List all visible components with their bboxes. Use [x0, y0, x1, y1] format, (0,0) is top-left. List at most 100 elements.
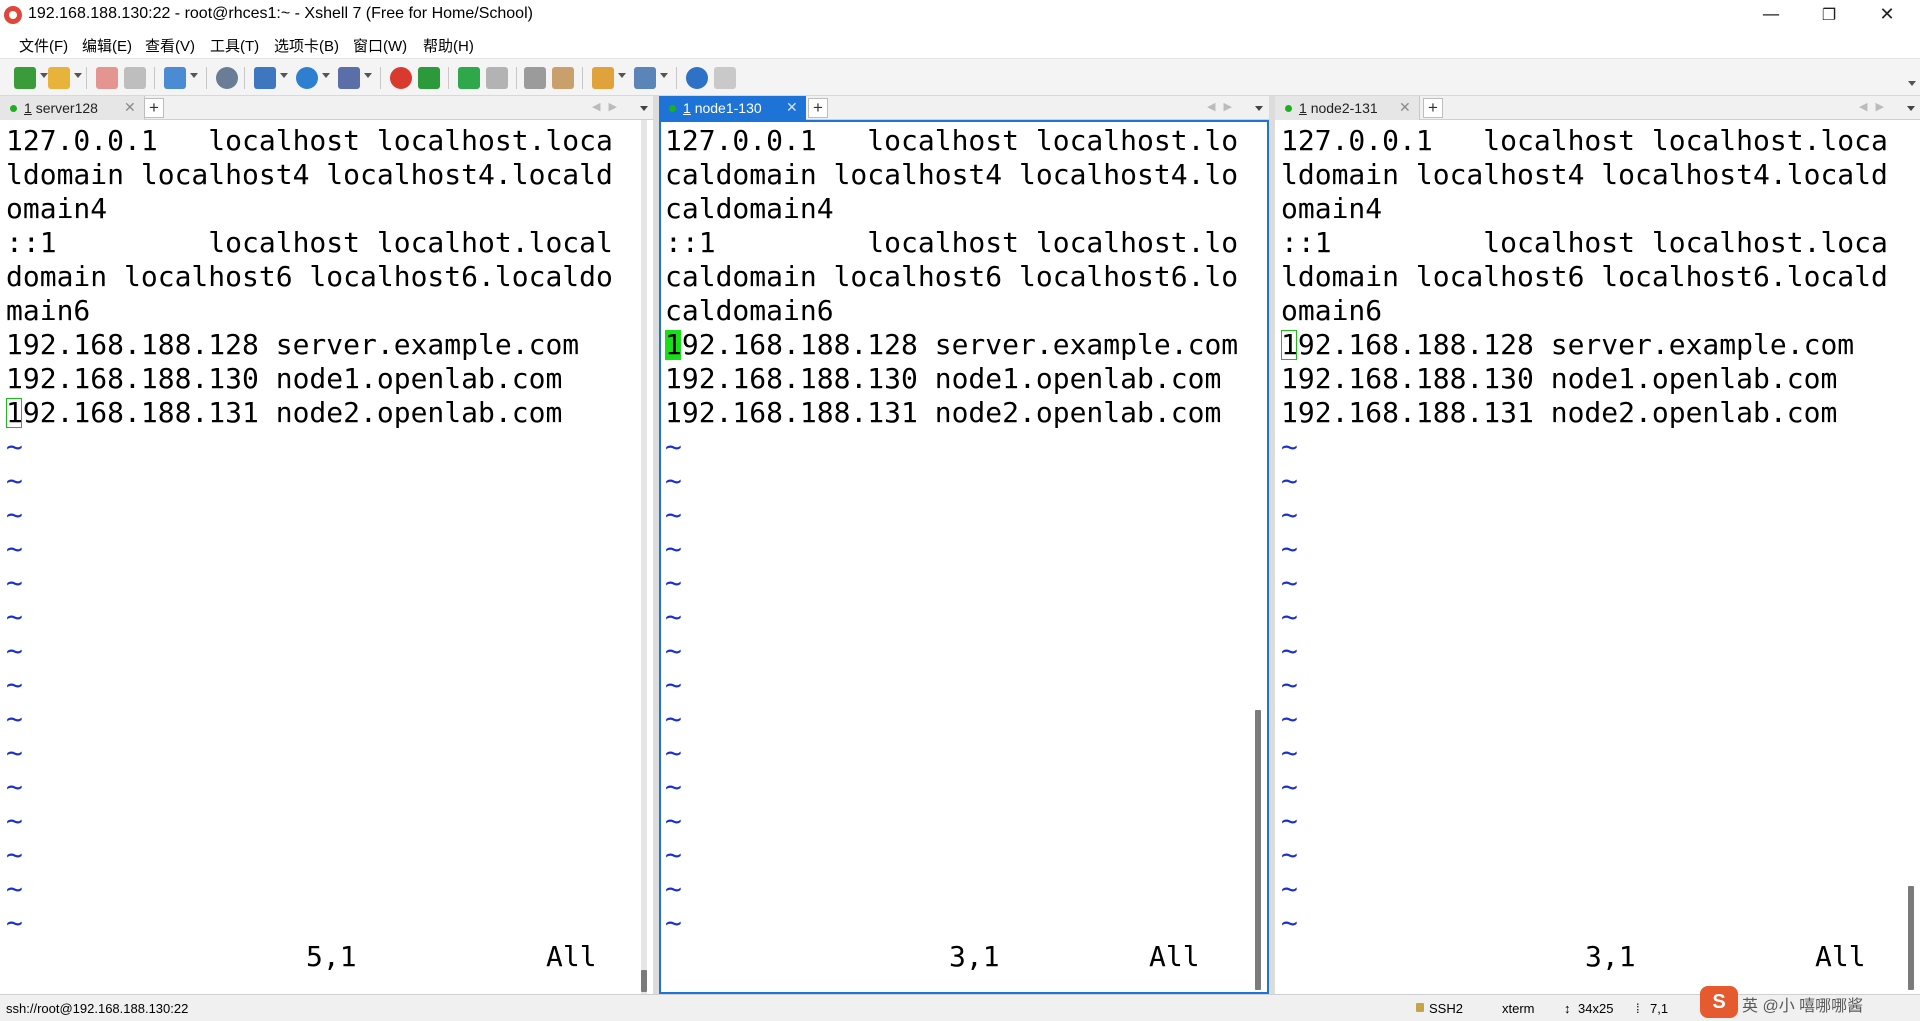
scrollbar[interactable] — [1255, 120, 1261, 994]
terminal[interactable]: 127.0.0.1 localhost localhost.localdomai… — [0, 120, 643, 994]
vim-scroll-indicator: All — [546, 940, 597, 973]
toolbar-more-icon[interactable] — [1908, 81, 1916, 86]
tab-node1-130[interactable]: 1 node1-130 ✕ — [659, 96, 806, 120]
empty-line-tilde: ~ — [6, 498, 23, 531]
terminal-line: 192.168.188.128 server.example.com — [6, 328, 580, 361]
highlight-pen-icon[interactable] — [552, 67, 574, 89]
tab-close-icon[interactable]: ✕ — [786, 99, 798, 116]
new-session-dropdown-icon[interactable] — [40, 73, 48, 78]
open-dropdown-icon[interactable] — [74, 73, 82, 78]
terminal-line: 127.0.0.1 localhost localhost.loca — [6, 124, 613, 157]
protocol-label: SSH2 — [1429, 1001, 1463, 1016]
tab-nav-arrows-icon[interactable]: ◀▶ — [592, 100, 625, 113]
tab-list-dropdown-icon[interactable] — [1255, 106, 1263, 111]
tab-server128[interactable]: 1 server128 ✕ — [0, 96, 145, 120]
menu-edit[interactable]: 编辑(E) — [82, 35, 132, 56]
chat-icon[interactable] — [714, 67, 736, 89]
scrollbar-thumb[interactable] — [1908, 886, 1914, 990]
menu-window[interactable]: 窗口(W) — [353, 35, 407, 56]
reconnect-icon[interactable] — [124, 67, 146, 89]
empty-line-tilde: ~ — [1281, 464, 1298, 497]
font-icon[interactable] — [338, 67, 360, 89]
disconnect-icon[interactable] — [96, 67, 118, 89]
fullscreen-icon[interactable] — [458, 67, 480, 89]
vim-scroll-indicator: All — [1815, 940, 1866, 973]
toolbar-separator — [86, 67, 87, 89]
empty-line-tilde: ~ — [6, 838, 23, 871]
terminal-line: 192.168.188.131 node2.openlab.com — [6, 396, 563, 429]
open-folder-icon[interactable] — [48, 67, 70, 89]
keyboard-icon[interactable] — [524, 67, 546, 89]
terminal-line: 192.168.188.128 server.example.com — [665, 328, 1239, 361]
tab-list-dropdown-icon[interactable] — [1907, 106, 1915, 111]
terminal[interactable]: 127.0.0.1 localhost localhost.lo caldomai… — [659, 120, 1259, 994]
menu-file[interactable]: 文件(F) — [19, 35, 68, 56]
pane-server128: 1 server128 ✕ + ◀▶ 127.0.0.1 localhost l… — [0, 96, 653, 994]
add-tab-button[interactable]: + — [808, 98, 828, 118]
new-session-icon[interactable] — [14, 67, 36, 89]
connected-status-icon — [10, 105, 17, 112]
tab-nav-arrows-icon[interactable]: ◀▶ — [1207, 100, 1240, 113]
add-tab-button[interactable]: + — [1423, 98, 1443, 118]
terminal-line: 192.168.188.128 server.example.com — [1281, 328, 1855, 361]
toolbar-separator — [448, 67, 449, 89]
empty-line-tilde: ~ — [665, 668, 682, 701]
add-tab-button[interactable]: + — [144, 98, 164, 118]
minimize-button[interactable]: — — [1742, 0, 1800, 30]
layout-icon[interactable] — [634, 67, 656, 89]
terminal-line: ldomain localhost6 localhost6.locald — [1281, 260, 1888, 293]
tab-folder-dropdown-icon[interactable] — [618, 73, 626, 78]
terminal-size-label: 34x25 — [1578, 1001, 1614, 1016]
close-button[interactable]: ✕ — [1858, 0, 1916, 30]
restore-button[interactable]: ❐ — [1800, 0, 1858, 30]
terminal-line: 192.168.188.130 node1.openlab.com — [1281, 362, 1838, 395]
empty-line-tilde: ~ — [665, 838, 682, 871]
menu-tabs[interactable]: 选项卡(B) — [274, 35, 339, 56]
empty-line-tilde: ~ — [1281, 702, 1298, 735]
lock-icon[interactable] — [486, 67, 508, 89]
empty-line-tilde: ~ — [1281, 498, 1298, 531]
xftp-icon[interactable] — [418, 67, 440, 89]
terminal-line: omain4 — [1281, 192, 1383, 225]
font-dropdown-icon[interactable] — [364, 73, 372, 78]
empty-line-tilde: ~ — [1281, 668, 1298, 701]
connected-status-icon — [1285, 105, 1292, 112]
terminal-line: 127.0.0.1 localhost localhost.lo — [665, 124, 1239, 157]
terminal-line: ::1 localhost localhost.lo — [665, 226, 1239, 259]
properties-icon[interactable] — [164, 67, 186, 89]
menu-view[interactable]: 查看(V) — [145, 35, 195, 56]
scrollbar-thumb[interactable] — [1255, 710, 1261, 990]
transfer-dropdown-icon[interactable] — [280, 73, 288, 78]
globe-icon[interactable] — [296, 67, 318, 89]
transfer-icon[interactable] — [254, 67, 276, 89]
terminal-line: 192.168.188.131 node2.openlab.com — [1281, 396, 1838, 429]
empty-line-tilde: ~ — [6, 566, 23, 599]
empty-line-tilde: ~ — [665, 464, 682, 497]
empty-line-tilde: ~ — [1281, 634, 1298, 667]
new-tab-folder-icon[interactable] — [592, 67, 614, 89]
scrollbar-thumb[interactable] — [641, 970, 647, 992]
scrollbar[interactable] — [641, 120, 647, 994]
tab-list-dropdown-icon[interactable] — [640, 106, 648, 111]
menu-help[interactable]: 帮助(H) — [423, 35, 474, 56]
tab-node2-131[interactable]: 1 node2-131 ✕ — [1275, 96, 1420, 120]
empty-line-tilde: ~ — [6, 532, 23, 565]
layout-dropdown-icon[interactable] — [660, 73, 668, 78]
properties-dropdown-icon[interactable] — [190, 73, 198, 78]
tab-label: 1 node2-131 — [1299, 100, 1378, 116]
xshell-logo-icon[interactable] — [390, 67, 412, 89]
help-icon[interactable] — [686, 67, 708, 89]
menu-tools[interactable]: 工具(T) — [210, 35, 259, 56]
tab-close-icon[interactable]: ✕ — [124, 99, 136, 116]
terminal[interactable]: 127.0.0.1 localhost localhost.localdomai… — [1275, 120, 1910, 994]
terminal-line: caldomain4 — [665, 192, 834, 225]
tab-close-icon[interactable]: ✕ — [1399, 99, 1411, 116]
tab-nav-arrows-icon[interactable]: ◀▶ — [1859, 100, 1892, 113]
xshell-app-icon[interactable] — [4, 6, 22, 24]
tab-strip: 1 server128 ✕ + ◀▶ — [0, 96, 653, 120]
scrollbar[interactable] — [1908, 120, 1914, 994]
search-icon[interactable] — [216, 67, 238, 89]
empty-line-tilde: ~ — [1281, 804, 1298, 837]
empty-line-tilde: ~ — [1281, 566, 1298, 599]
globe-dropdown-icon[interactable] — [322, 73, 330, 78]
